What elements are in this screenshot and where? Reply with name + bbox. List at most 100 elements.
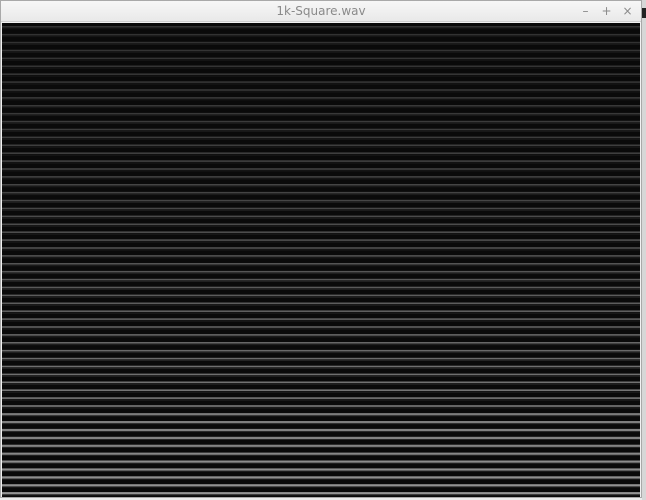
harmonic-band-shade — [2, 470, 640, 472]
spectrogram-canvas — [2, 23, 640, 497]
harmonic-band-shade — [2, 360, 640, 361]
harmonic-band-shade — [2, 352, 640, 354]
harmonic-band-shade — [2, 130, 640, 132]
close-icon[interactable]: × — [622, 4, 633, 18]
harmonic-band — [2, 191, 640, 194]
harmonic-band — [2, 33, 640, 36]
spectrogram-view[interactable] — [2, 23, 640, 497]
harmonic-band — [2, 57, 640, 60]
harmonic-band-shade — [2, 233, 640, 235]
harmonic-band-shade — [2, 494, 640, 496]
harmonic-band — [2, 444, 640, 447]
harmonic-band-shade — [2, 462, 640, 464]
harmonic-band — [2, 263, 640, 265]
harmonic-band-shade — [2, 336, 640, 338]
harmonic-band — [2, 239, 640, 241]
harmonic-band-shade — [2, 51, 640, 53]
harmonic-band-shade — [2, 344, 640, 346]
harmonic-band — [2, 247, 640, 249]
harmonic-band — [2, 294, 640, 297]
harmonic-band-shade — [2, 178, 640, 180]
maximize-icon[interactable]: + — [601, 4, 612, 18]
harmonic-band-shade — [2, 138, 640, 140]
harmonic-band — [2, 476, 640, 479]
app-window: 1k-Square.wav – + × — [0, 0, 642, 498]
harmonic-band-shade — [2, 439, 640, 440]
harmonic-band-shade — [2, 209, 640, 211]
harmonic-band-shade — [2, 59, 640, 61]
harmonic-band-shade — [2, 320, 640, 322]
harmonic-band-shade — [2, 486, 640, 488]
harmonic-band — [2, 231, 640, 233]
harmonic-band-shade — [2, 446, 640, 448]
harmonic-band — [2, 310, 640, 312]
harmonic-band-shade — [2, 44, 640, 45]
harmonic-band — [2, 144, 640, 147]
harmonic-band — [2, 452, 640, 455]
harmonic-band-shade — [2, 249, 640, 251]
harmonic-band — [2, 318, 640, 320]
harmonic-band — [2, 365, 640, 368]
harmonic-band — [2, 270, 640, 273]
harmonic-band — [2, 199, 640, 202]
harmonic-band — [2, 342, 640, 344]
harmonic-band — [2, 160, 640, 162]
harmonic-band — [2, 468, 640, 471]
harmonic-band — [2, 278, 640, 281]
harmonic-band — [2, 484, 640, 487]
harmonic-band-shade — [2, 75, 640, 77]
desktop-edge-mark — [642, 8, 646, 18]
harmonic-band — [2, 49, 640, 52]
harmonic-band-shade — [2, 67, 640, 69]
harmonic-band-shade — [2, 217, 640, 219]
harmonic-band — [2, 73, 640, 75]
harmonic-band-shade — [2, 146, 640, 148]
spectrogram-background — [2, 23, 640, 497]
harmonic-band — [2, 357, 640, 360]
harmonic-band — [2, 492, 640, 495]
harmonic-band-shade — [2, 423, 640, 425]
harmonic-band-shade — [2, 288, 640, 290]
harmonic-band-shade — [2, 407, 640, 409]
harmonic-band — [2, 302, 640, 305]
harmonic-band — [2, 255, 640, 257]
harmonic-band-shade — [2, 391, 640, 393]
harmonic-band — [2, 184, 640, 186]
harmonic-band-shade — [2, 225, 640, 227]
harmonic-band — [2, 428, 640, 432]
harmonic-band-shade — [2, 83, 640, 85]
harmonic-band — [2, 421, 640, 424]
harmonic-band-shade — [2, 257, 640, 259]
harmonic-band — [2, 405, 640, 407]
harmonic-band — [2, 152, 640, 154]
harmonic-band-shade — [2, 296, 640, 298]
harmonic-band-shade — [2, 36, 640, 38]
harmonic-band — [2, 397, 640, 399]
harmonic-band — [2, 436, 640, 439]
harmonic-band — [2, 176, 640, 178]
harmonic-band — [2, 81, 640, 83]
harmonic-band-shade — [2, 265, 640, 267]
harmonic-band-shade — [2, 123, 640, 124]
harmonic-band — [2, 120, 640, 123]
harmonic-band — [2, 97, 640, 99]
harmonic-band-shade — [2, 304, 640, 306]
minimize-icon[interactable]: – — [580, 4, 591, 18]
harmonic-band — [2, 168, 640, 170]
harmonic-band-shade — [2, 194, 640, 196]
harmonic-band — [2, 89, 640, 91]
harmonic-band — [2, 128, 640, 131]
harmonic-band-shade — [2, 241, 640, 243]
harmonic-band-shade — [2, 367, 640, 369]
harmonic-band-shade — [2, 454, 640, 456]
harmonic-band — [2, 207, 640, 210]
harmonic-band-shade — [2, 99, 640, 101]
window-controls: – + × — [580, 4, 633, 18]
harmonic-band — [2, 389, 640, 391]
desktop-edge — [642, 0, 646, 500]
harmonic-band-shade — [2, 281, 640, 282]
harmonic-band — [2, 41, 640, 44]
titlebar[interactable]: 1k-Square.wav – + × — [1, 1, 641, 22]
harmonic-band-shade — [2, 478, 640, 480]
harmonic-band-shade — [2, 154, 640, 156]
